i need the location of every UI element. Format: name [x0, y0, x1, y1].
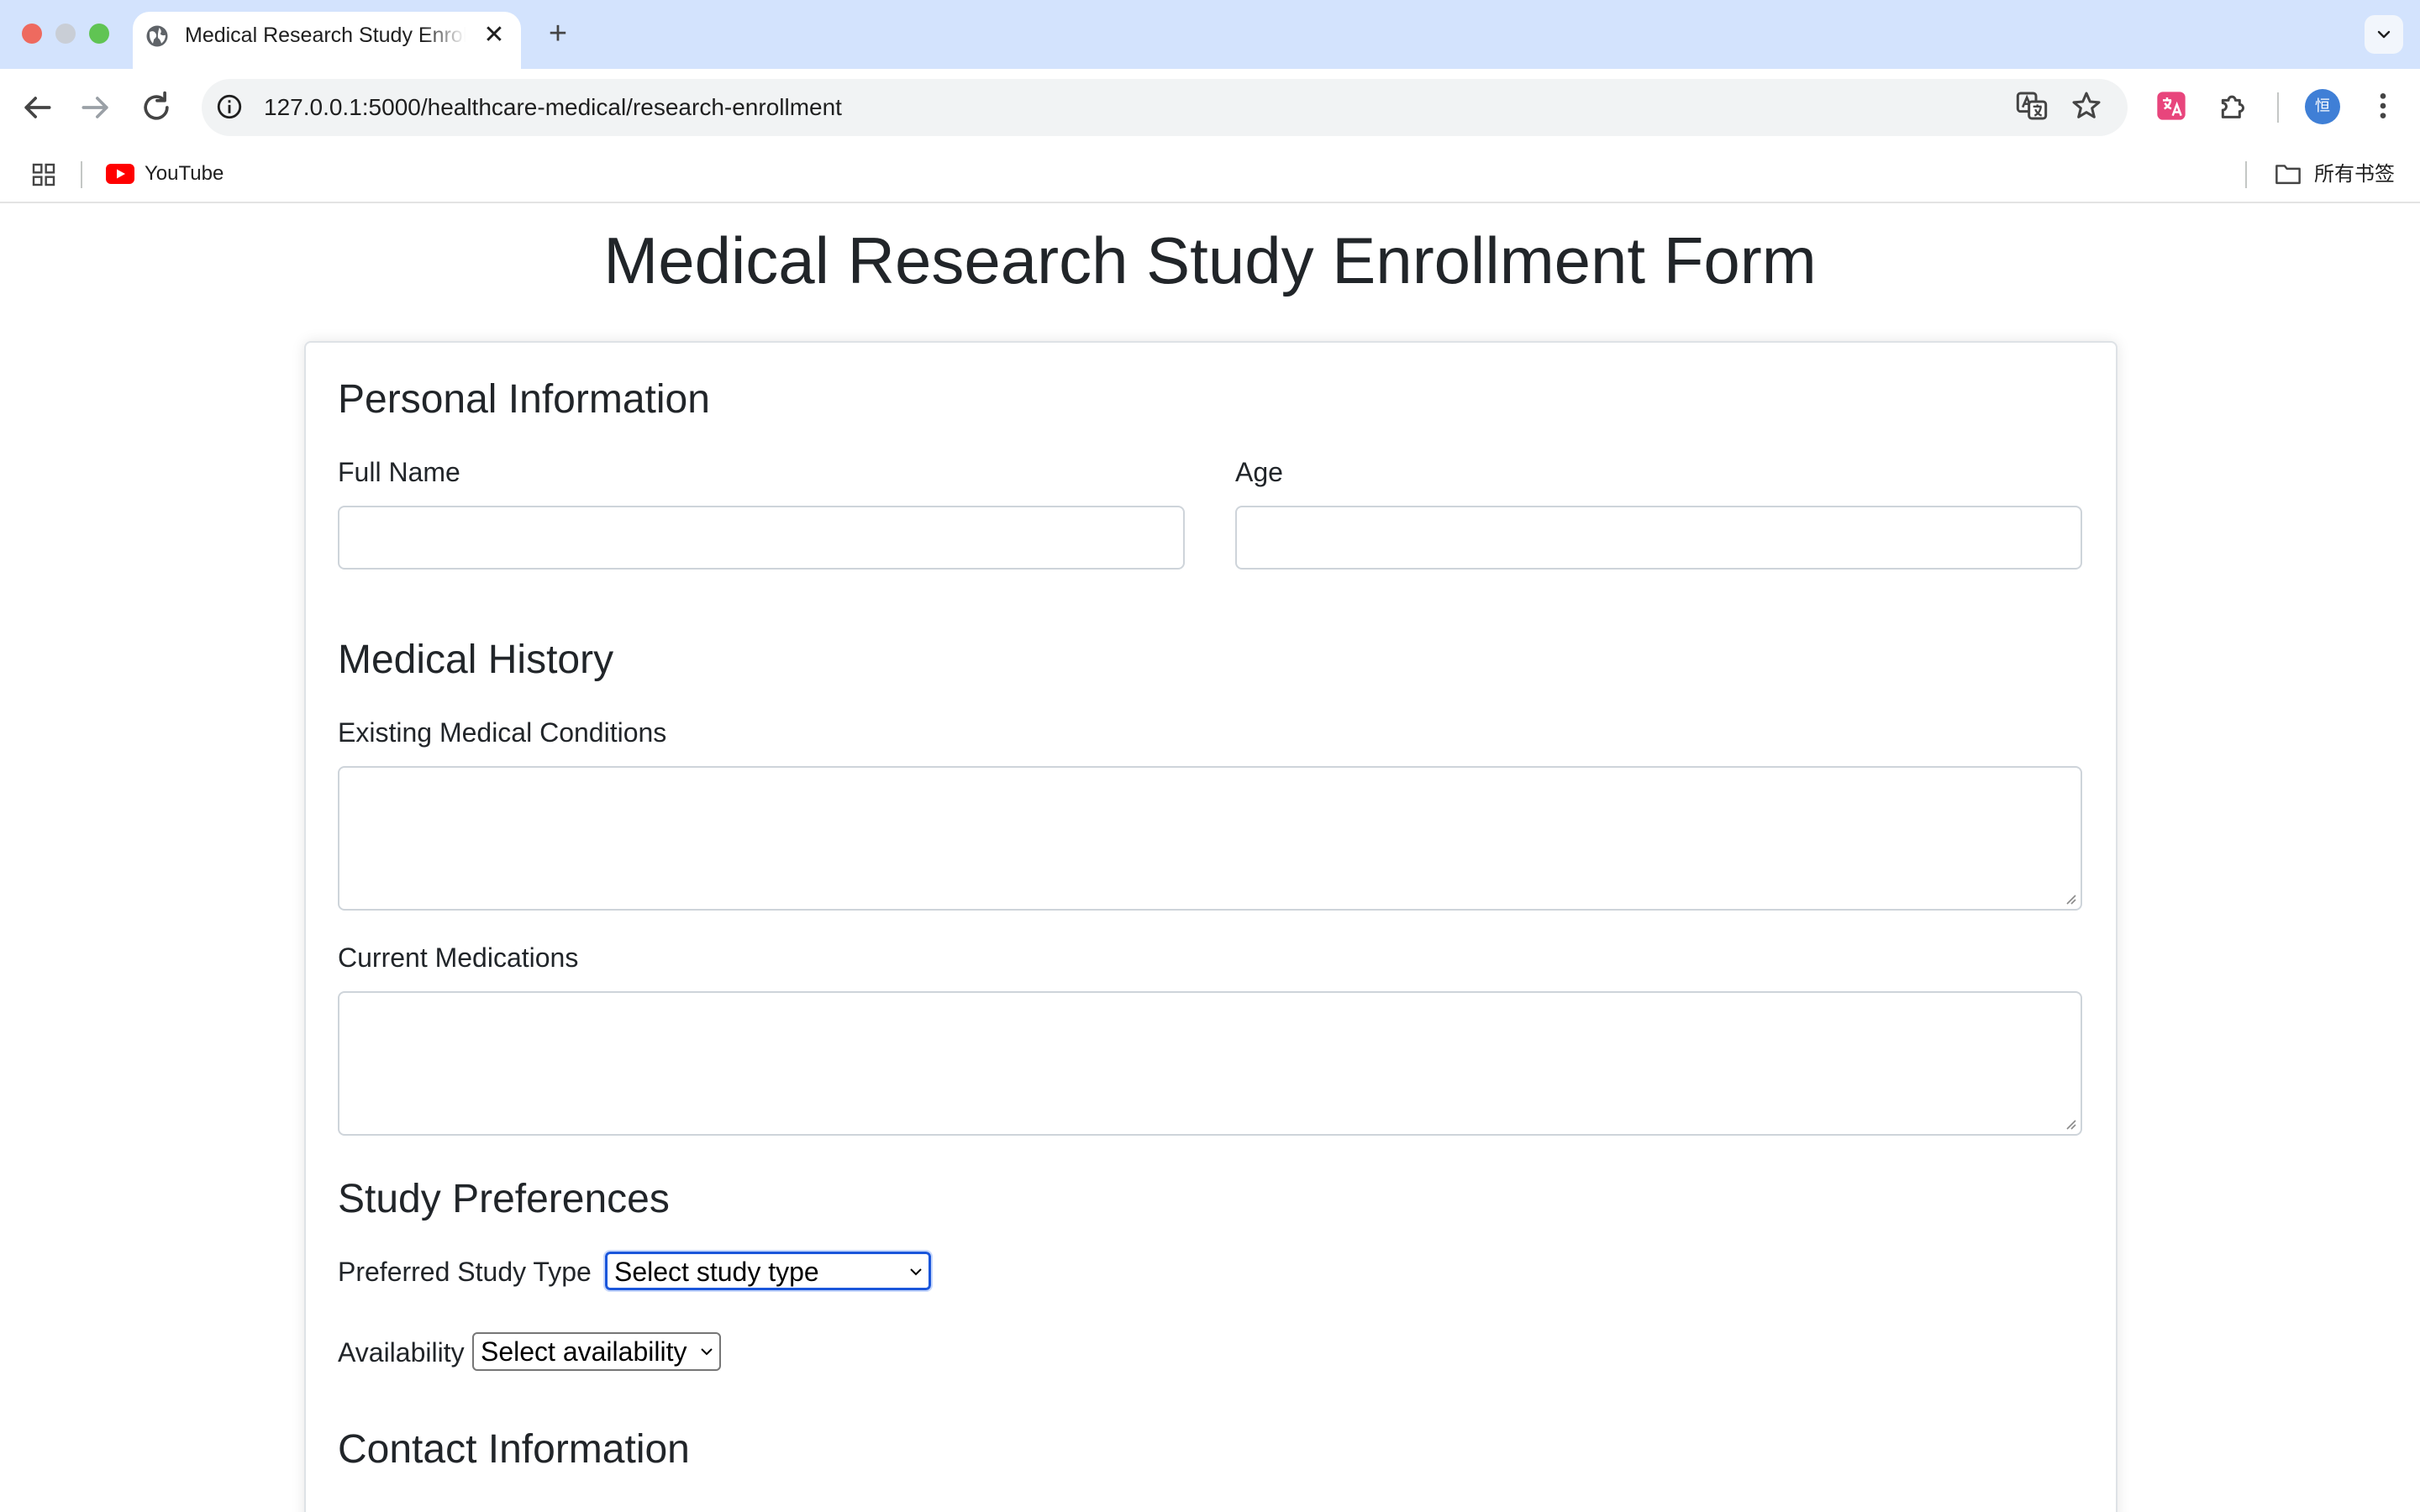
chevron-down-icon [910, 1268, 922, 1276]
current-medications-label: Current Medications [338, 942, 579, 973]
study-type-label: Preferred Study Type [338, 1257, 592, 1287]
existing-conditions-label: Existing Medical Conditions [338, 717, 667, 748]
chevron-down-icon [2377, 30, 2391, 39]
translate-icon[interactable] [2015, 89, 2049, 123]
age-input[interactable] [1235, 506, 2082, 570]
url-text[interactable]: 127.0.0.1:5000/healthcare-medical/resear… [264, 92, 842, 123]
translator-extension-icon[interactable] [2154, 89, 2188, 123]
study-type-select[interactable]: Select study type [603, 1250, 933, 1292]
extensions-puzzle-icon[interactable] [2216, 89, 2249, 123]
existing-conditions-textarea[interactable] [338, 766, 2082, 911]
globe-icon [146, 25, 168, 47]
toolbar-divider [2277, 92, 2279, 123]
full-name-label: Full Name [338, 457, 460, 487]
site-info-icon[interactable] [215, 92, 244, 121]
apps-grid-icon[interactable] [30, 161, 57, 188]
current-medications-textarea[interactable] [338, 991, 2082, 1136]
section-study-preferences: Study Preferences [338, 1177, 670, 1221]
availability-selected: Select availability [481, 1336, 687, 1367]
youtube-icon [106, 164, 134, 184]
page-title: Medical Research Study Enrollment Form [603, 223, 1817, 297]
age-label: Age [1235, 457, 1283, 487]
availability-label: Availability [338, 1337, 465, 1368]
window-maximize-button[interactable] [89, 24, 109, 44]
folder-icon [2275, 165, 2301, 185]
full-name-input[interactable] [338, 506, 1185, 570]
section-contact-information: Contact Information [338, 1427, 690, 1472]
bookmark-star-icon[interactable] [2070, 89, 2103, 123]
forward-arrow-icon[interactable] [77, 89, 114, 126]
profile-avatar[interactable]: 恒 [2305, 89, 2340, 124]
reload-icon[interactable] [138, 89, 175, 126]
bookmark-youtube[interactable]: YouTube [145, 161, 224, 186]
window-close-button[interactable] [22, 24, 42, 44]
more-menu-icon[interactable] [2366, 89, 2400, 123]
bookmarks-divider [81, 161, 82, 188]
tab-title: Medical Research Study Enrollment Form [185, 24, 466, 47]
tab-close-icon[interactable]: ✕ [481, 22, 508, 49]
section-medical-history: Medical History [338, 638, 614, 682]
availability-select[interactable]: Select availability [472, 1332, 721, 1371]
resize-grip-icon[interactable] [2062, 890, 2077, 906]
chevron-down-icon [701, 1348, 713, 1356]
resize-grip-icon[interactable] [2062, 1116, 2077, 1131]
all-bookmarks[interactable]: 所有书签 [2314, 161, 2395, 186]
window-minimize-button[interactable] [55, 24, 76, 44]
bookmarks-bar [0, 144, 2420, 203]
bookmarks-divider-right [2245, 161, 2247, 188]
tab-search-button[interactable] [2365, 15, 2403, 54]
new-tab-button[interactable]: + [541, 17, 575, 50]
section-personal-information: Personal Information [338, 377, 710, 422]
back-arrow-icon[interactable] [18, 89, 55, 126]
study-type-selected: Select study type [614, 1257, 819, 1287]
